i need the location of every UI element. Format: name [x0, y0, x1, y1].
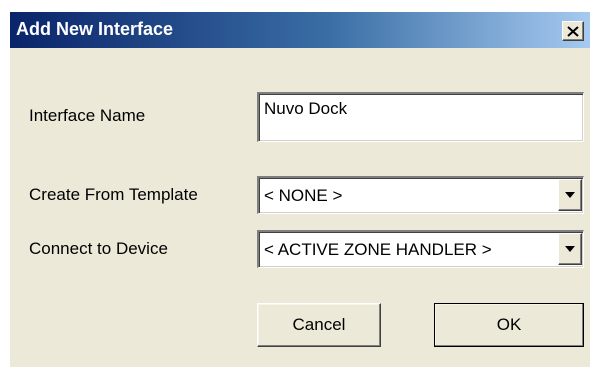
triangle-down-icon: [565, 192, 575, 198]
interface-name-input[interactable]: [264, 99, 574, 119]
device-selected-value: < ACTIVE ZONE HANDLER >: [264, 240, 492, 259]
ok-button[interactable]: OK: [434, 303, 584, 347]
connect-to-device-label: Connect to Device: [29, 239, 168, 258]
template-select[interactable]: < NONE >: [257, 176, 584, 214]
title-bar[interactable]: Add New Interface: [10, 12, 590, 48]
create-from-template-label: Create From Template: [29, 185, 198, 204]
interface-name-label: Interface Name: [29, 106, 146, 125]
template-selected-value: < NONE >: [264, 186, 343, 205]
device-select[interactable]: < ACTIVE ZONE HANDLER >: [257, 230, 584, 268]
close-icon: [567, 25, 579, 37]
template-dropdown-button[interactable]: [558, 179, 582, 211]
triangle-down-icon: [565, 246, 575, 252]
close-button[interactable]: [562, 21, 584, 41]
device-dropdown-button[interactable]: [558, 233, 582, 265]
add-interface-dialog: Add New Interface Interface Name Create …: [9, 11, 590, 367]
cancel-button[interactable]: Cancel: [257, 303, 381, 347]
interface-name-field[interactable]: [257, 92, 584, 142]
window-title: Add New Interface: [16, 19, 174, 39]
